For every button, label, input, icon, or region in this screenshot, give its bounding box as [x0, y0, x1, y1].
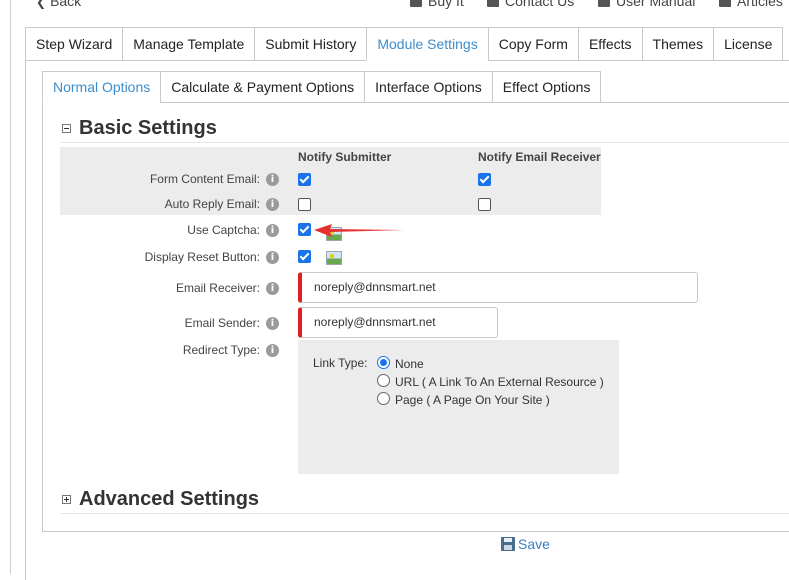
chevron-left-icon: ❮ — [36, 0, 47, 9]
form-content-email-receiver-checkbox[interactable] — [478, 173, 491, 186]
tab-license[interactable]: License — [713, 27, 784, 61]
info-icon[interactable]: i — [266, 282, 279, 295]
use-captcha-label: Use Captcha: — [187, 223, 260, 237]
info-icon[interactable]: i — [266, 198, 279, 211]
link-type-page-radio[interactable] — [377, 392, 390, 405]
section-divider — [60, 142, 789, 143]
tab-copy-form[interactable]: Copy Form — [487, 27, 578, 61]
book-icon — [598, 0, 610, 8]
email-receiver-label: Email Receiver: — [175, 281, 260, 295]
tab-effects[interactable]: Effects — [577, 27, 642, 61]
floppy-disk-icon — [501, 537, 515, 551]
redirect-type-label: Redirect Type: — [182, 343, 260, 357]
tab-effect-options[interactable]: Effect Options — [491, 71, 602, 103]
red-arrow-annotation — [314, 224, 404, 237]
tab-themes[interactable]: Themes — [641, 27, 714, 61]
envelope-icon — [487, 0, 499, 8]
email-sender-input[interactable]: noreply@dnnsmart.net — [298, 307, 498, 338]
expand-icon[interactable] — [62, 495, 71, 504]
main-tab-bar: Step Wizard Manage Template Submit Histo… — [25, 27, 784, 61]
basic-settings-header[interactable]: Basic Settings — [62, 117, 217, 140]
info-icon[interactable]: i — [266, 317, 279, 330]
link-type-none-label: None — [395, 357, 424, 371]
link-type-url-label: URL ( A Link To An External Resource ) — [395, 375, 604, 389]
auto-reply-receiver-checkbox[interactable] — [478, 198, 491, 211]
collapse-icon[interactable] — [62, 124, 71, 133]
email-receiver-input[interactable]: noreply@dnnsmart.net — [298, 272, 698, 303]
tab-normal-options[interactable]: Normal Options — [42, 71, 161, 103]
display-reset-button-checkbox[interactable] — [298, 250, 311, 263]
save-button[interactable]: Save — [501, 536, 550, 552]
tab-interface-options[interactable]: Interface Options — [364, 71, 492, 103]
link-type-label: Link Type: — [313, 356, 368, 370]
notify-receiver-header: Notify Email Receiver — [478, 150, 601, 164]
user-manual-link[interactable]: User Manual — [598, 0, 695, 9]
form-content-email-label: Form Content Email: — [149, 172, 260, 186]
form-content-email-submitter-checkbox[interactable] — [298, 173, 311, 186]
link-type-none-radio[interactable] — [377, 356, 390, 369]
email-sender-label: Email Sender: — [184, 316, 260, 330]
info-icon[interactable]: i — [266, 344, 279, 357]
save-label: Save — [518, 536, 550, 552]
top-link-bar: ❮ Back Buy It Contact Us User Manual Arti… — [0, 0, 789, 14]
sub-tab-bar: Normal Options Calculate & Payment Optio… — [42, 71, 602, 103]
use-captcha-checkbox[interactable] — [298, 223, 311, 236]
notify-submitter-header: Notify Submitter — [298, 150, 392, 164]
articles-link[interactable]: Articles — [719, 0, 783, 9]
auto-reply-email-label: Auto Reply Email: — [164, 197, 260, 211]
section-divider — [60, 513, 789, 514]
contact-us-link[interactable]: Contact Us — [487, 0, 574, 9]
link-type-page-label: Page ( A Page On Your Site ) — [395, 393, 550, 407]
tab-manage-template[interactable]: Manage Template — [122, 27, 255, 61]
reset-button-preview-icon[interactable] — [326, 251, 342, 265]
tab-calculate-payment-options[interactable]: Calculate & Payment Options — [160, 71, 365, 103]
auto-reply-submitter-checkbox[interactable] — [298, 198, 311, 211]
info-icon[interactable]: i — [266, 173, 279, 186]
advanced-settings-header[interactable]: Advanced Settings — [62, 488, 259, 511]
back-link[interactable]: ❮ Back — [36, 0, 81, 9]
frame-border — [10, 0, 11, 14]
info-icon[interactable]: i — [266, 224, 279, 237]
basic-settings-title: Basic Settings — [79, 117, 217, 139]
tab-submit-history[interactable]: Submit History — [254, 27, 367, 61]
document-icon — [719, 0, 731, 8]
tab-module-settings[interactable]: Module Settings — [366, 27, 488, 61]
display-reset-button-label: Display Reset Button: — [144, 250, 260, 264]
info-icon[interactable]: i — [266, 251, 279, 264]
cart-icon — [410, 0, 422, 8]
tab-step-wizard[interactable]: Step Wizard — [25, 27, 123, 61]
advanced-settings-title: Advanced Settings — [79, 488, 260, 510]
buy-it-link[interactable]: Buy It — [410, 0, 464, 9]
link-type-url-radio[interactable] — [377, 374, 390, 387]
